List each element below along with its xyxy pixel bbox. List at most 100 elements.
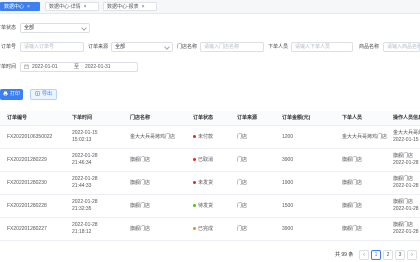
- amount-text: 3900: [282, 156, 294, 163]
- cell-buyer: 金大大兵哥烤鸡门店: [342, 126, 390, 148]
- order-clock: 21:32:35: [72, 206, 92, 212]
- cell-store-name: 旗舰门店: [130, 172, 190, 194]
- calendar-icon: [24, 64, 29, 71]
- store-name-input[interactable]: 请输入门店名称: [200, 42, 264, 52]
- order-date: 2022-01-28: [72, 153, 98, 159]
- source-text: 门店: [237, 133, 248, 140]
- table-row[interactable]: FX202201280229 2022-01-28 21:46:34 旗舰门店 已取消门…: [0, 149, 420, 172]
- store-name: 旗舰门店: [130, 202, 151, 209]
- export-icon: [35, 91, 40, 96]
- tab-label: 数据中心: [4, 4, 25, 10]
- export-button[interactable]: 导出: [30, 89, 57, 100]
- cell-source: 门店: [237, 195, 279, 217]
- tab-data-center-report[interactable]: 数据中心-报表 ×: [103, 2, 157, 11]
- close-icon[interactable]: ×: [84, 4, 87, 10]
- cell-status: 未发货: [193, 172, 235, 194]
- buyer-text: 旗舰门店: [342, 179, 363, 186]
- col-order-time[interactable]: 下单时间: [72, 111, 127, 125]
- col-order-no[interactable]: 订单编号: [7, 111, 67, 125]
- col-amount[interactable]: 订单金额(元): [282, 111, 340, 125]
- operator-time: 2022-01-28: [393, 206, 419, 212]
- cell-buyer: 旗舰门店: [342, 172, 390, 194]
- pagination-next-button[interactable]: ›: [407, 250, 417, 260]
- buyer-text: 旗舰门店: [342, 156, 363, 163]
- cell-amount: 1500: [282, 195, 340, 217]
- status-dot: [193, 203, 196, 207]
- buyer-label: 下单人员: [267, 44, 288, 50]
- pagination-page-3[interactable]: 3: [395, 250, 405, 260]
- cell-buyer: 旗舰门店: [342, 149, 390, 171]
- table-header: 订单编号 下单时间 门店名称 订单状态 订单来源 订单金额(元) 下单人员 操作…: [0, 111, 420, 126]
- operator-time: 2022-01-28: [393, 160, 419, 166]
- order-clock: 21:46:34: [72, 160, 92, 166]
- cell-order-no: FX202201280228: [7, 195, 69, 217]
- order-id[interactable]: FX20220106350022: [7, 134, 69, 141]
- cell-amount: 3900: [282, 149, 340, 171]
- print-label: 打印: [9, 91, 20, 97]
- buyer-text: 金大大兵哥烤鸡门店: [342, 133, 388, 140]
- source-text: 门店: [237, 179, 248, 186]
- cell-amount: 1200: [282, 126, 340, 148]
- cell-status: 已取消: [193, 149, 235, 171]
- order-clock: 15:02:13: [72, 137, 92, 143]
- tab-data-center[interactable]: 数据中心 ×: [0, 2, 40, 11]
- cell-operator: 旗舰门店 2022-01-28: [393, 218, 420, 240]
- table-row[interactable]: FX202201280227 2022-01-28 21:18:12 旗舰门店 已完成门…: [0, 218, 420, 241]
- table-row[interactable]: FX20220106350022 2022-01-15 15:02:13 金大大兵哥烤…: [0, 126, 420, 149]
- store-name: 旗舰门店: [130, 179, 151, 186]
- order-time-label: 下单时间: [0, 64, 16, 70]
- col-status[interactable]: 订单状态: [193, 111, 235, 125]
- close-icon[interactable]: ×: [142, 4, 145, 10]
- order-time-range[interactable]: 2022-01-01 至 2022-01-31: [20, 62, 138, 72]
- pagination-page-1[interactable]: 1: [371, 250, 381, 260]
- status-text: 未发货: [198, 179, 214, 186]
- cell-order-no: FX202201280229: [7, 149, 69, 171]
- cell-order-no: FX202201280230: [7, 172, 69, 194]
- source-text: 门店: [237, 225, 248, 232]
- order-id[interactable]: FX202201280230: [7, 180, 69, 187]
- close-icon[interactable]: ×: [27, 4, 30, 10]
- order-status-label: 订单状态: [0, 25, 16, 31]
- cell-store-name: 旗舰门店: [130, 195, 190, 217]
- amount-text: 1200: [282, 133, 294, 140]
- col-buyer[interactable]: 下单人员: [342, 111, 390, 125]
- cell-store-name: 金大大兵哥烤鸡门店: [130, 126, 190, 148]
- status-text: 已完成: [198, 225, 214, 232]
- end-date[interactable]: 2022-01-31: [85, 63, 111, 71]
- pagination-total: 共 99 条: [335, 252, 354, 258]
- status-text: 未付款: [198, 133, 214, 140]
- table-row[interactable]: FX202201280228 2022-01-28 21:32:35 旗舰门店 待发货门…: [0, 195, 420, 218]
- buyer-input[interactable]: 请输入下单人员: [291, 42, 353, 52]
- order-date: 2022-01-28: [72, 199, 98, 205]
- status-text: 已取消: [198, 156, 214, 163]
- cell-source: 门店: [237, 126, 279, 148]
- cell-order-no: FX20220106350022: [7, 126, 69, 148]
- printer-icon: [3, 91, 8, 96]
- order-clock: 21:44:33: [72, 183, 92, 189]
- start-date[interactable]: 2022-01-01: [32, 63, 58, 71]
- col-operator[interactable]: 操作人员信息: [393, 111, 420, 125]
- store-name: 旗舰门店: [130, 225, 151, 232]
- order-id[interactable]: FX202201280227: [7, 226, 69, 233]
- pagination-prev-button[interactable]: ‹: [359, 250, 369, 260]
- table-row[interactable]: FX202201280230 2022-01-28 21:44:33 旗舰门店 未发货门…: [0, 172, 420, 195]
- order-source-select[interactable]: 全部: [111, 42, 173, 52]
- product-name-input[interactable]: 请输入商品名称: [383, 42, 420, 52]
- col-store-name[interactable]: 门店名称: [130, 111, 190, 125]
- cell-store-name: 旗舰门店: [130, 149, 190, 171]
- tab-data-center-detail[interactable]: 数据中心-详情 ×: [45, 2, 99, 11]
- cell-status: 待发货: [193, 195, 235, 217]
- store-name: 旗舰门店: [130, 156, 151, 163]
- order-id[interactable]: FX202201280228: [7, 203, 69, 210]
- status-text: 待发货: [198, 202, 214, 209]
- pagination-page-2[interactable]: 2: [383, 250, 393, 260]
- buyer-text: 旗舰门店: [342, 202, 363, 209]
- store-name: 金大大兵哥烤鸡门店: [130, 133, 176, 140]
- order-status-select[interactable]: 全部: [20, 23, 90, 33]
- print-button[interactable]: 打印: [0, 89, 23, 100]
- order-no-input[interactable]: 请输入订单号: [20, 42, 84, 52]
- order-id[interactable]: FX202201280229: [7, 157, 69, 164]
- tab-label: 数据中心-报表: [107, 4, 139, 10]
- col-source[interactable]: 订单来源: [237, 111, 279, 125]
- amount-text: 1900: [282, 179, 294, 186]
